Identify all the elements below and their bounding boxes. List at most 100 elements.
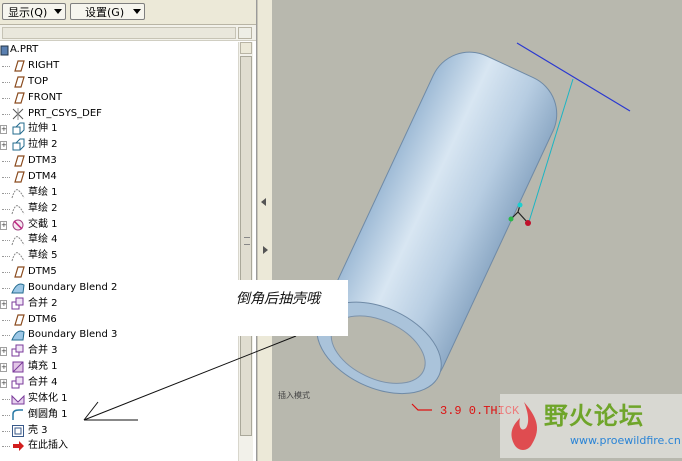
tree-root-item[interactable]: A.PRT	[0, 42, 236, 58]
tree-item[interactable]: 实体化 1	[0, 391, 236, 407]
tree-item[interactable]: 草绘 1	[0, 185, 236, 201]
datum-plane-icon	[11, 265, 25, 279]
shell-icon	[11, 424, 25, 438]
tree-item[interactable]: 草绘 5	[0, 248, 236, 264]
vertical-scroll-thumb[interactable]	[240, 56, 252, 436]
insert-mode-label: 插入模式	[278, 391, 310, 400]
tree-item-label: 拉伸 1	[28, 123, 58, 135]
tree-connector	[2, 208, 10, 210]
tree-item-label: TOP	[28, 75, 49, 87]
tree-item[interactable]: 草绘 2	[0, 201, 236, 217]
collapse-left-icon[interactable]	[261, 198, 266, 206]
tree-connector	[2, 192, 10, 194]
tree-connector	[2, 81, 10, 83]
model-tree-toolbar: 显示(Q) 设置(G)	[0, 0, 256, 25]
model-tree-panel: 显示(Q) 设置(G) A.PRT RIGHT TOP FRONT PRT_CSYS_…	[0, 0, 257, 461]
tree-item-label: 倒圆角 1	[28, 408, 68, 420]
tree-item-label: PRT_CSYS_DEF	[28, 107, 102, 119]
tree-item[interactable]: 倒圆角 1	[0, 407, 236, 423]
expand-right-icon[interactable]	[263, 246, 268, 254]
expand-toggle-icon[interactable]: +	[0, 347, 7, 357]
scroll-end-box[interactable]	[238, 27, 252, 39]
round-icon	[11, 408, 25, 422]
flame-logo-icon	[511, 402, 538, 450]
tree-item-label: Boundary Blend 3	[28, 329, 118, 341]
tree-item[interactable]: + 拉伸 1	[0, 121, 236, 137]
tree-connector	[2, 398, 10, 400]
tree-item[interactable]: 壳 3	[0, 423, 236, 439]
tree-item-label: Boundary Blend 2	[28, 281, 118, 293]
horizontal-scroll-thumb[interactable]	[2, 27, 236, 39]
tree-item[interactable]: 草绘 4	[0, 232, 236, 248]
tree-item-label: 合并 4	[28, 377, 58, 388]
tree-item[interactable]: DTM3	[0, 153, 236, 169]
tree-item-label: DTM4	[28, 170, 57, 182]
tree-item-label: 草绘 5	[28, 250, 58, 262]
extrude-icon	[11, 122, 25, 136]
scroll-up-button[interactable]	[240, 42, 252, 54]
expand-toggle-icon[interactable]: +	[0, 379, 7, 388]
datum-plane-icon	[11, 91, 25, 105]
settings-menu-button[interactable]: 设置(G)	[70, 3, 145, 20]
graphics-viewport[interactable]	[272, 0, 682, 461]
datum-plane-icon	[11, 154, 25, 168]
tree-item-label: 交截 1	[28, 218, 58, 230]
panel-splitter[interactable]	[257, 0, 273, 461]
tree-item[interactable]: Boundary Blend 3	[0, 327, 236, 343]
tree-item-label: 壳 3	[28, 424, 48, 436]
annotation-callout: 倒角后抽壳哦	[226, 280, 348, 336]
horizontal-scrollbar[interactable]	[0, 25, 256, 41]
tree-item-label: 合并 3	[28, 345, 58, 357]
show-menu-label: 显示(Q)	[8, 6, 48, 19]
tree-item[interactable]: TOP	[0, 74, 236, 90]
tree-item-label: 草绘 1	[28, 186, 58, 198]
chevron-down-icon	[54, 9, 62, 14]
tree-connector	[2, 272, 10, 274]
tree-item-label: DTM3	[28, 155, 57, 167]
tree-connector	[2, 446, 10, 448]
datum-plane-icon	[11, 59, 25, 73]
tree-item[interactable]: 在此插入	[0, 438, 236, 454]
expand-toggle-icon[interactable]: +	[0, 125, 7, 135]
tree-item[interactable]: PRT_CSYS_DEF	[0, 106, 236, 122]
expand-toggle-icon[interactable]: +	[0, 299, 7, 309]
tree-connector	[2, 240, 10, 242]
show-menu-button[interactable]: 显示(Q)	[2, 3, 66, 20]
boundary-blend-icon	[11, 328, 25, 342]
datum-plane-icon	[11, 170, 25, 184]
sketch-icon	[11, 233, 25, 247]
tree-root-label: A.PRT	[10, 44, 39, 55]
expand-toggle-icon[interactable]: +	[0, 220, 7, 230]
insert-here-icon	[11, 439, 25, 453]
tree-item[interactable]: Boundary Blend 2	[0, 280, 236, 296]
annotation-text: 倒角后抽壳哦	[236, 291, 320, 307]
tree-item[interactable]: RIGHT	[0, 58, 236, 74]
tree-connector	[2, 161, 10, 163]
tree-item[interactable]: + 拉伸 2	[0, 137, 236, 153]
tree-item[interactable]: DTM6	[0, 312, 236, 328]
tree-item[interactable]: + 合并 2	[0, 296, 236, 312]
tree-item[interactable]: + 填充 1	[0, 359, 236, 375]
tree-item-label: 合并 2	[28, 297, 58, 309]
expand-toggle-icon[interactable]: +	[0, 141, 7, 151]
merge-icon	[11, 297, 25, 311]
tree-connector	[2, 335, 10, 337]
tree-connector	[2, 113, 10, 115]
tree-item-label: DTM5	[28, 266, 57, 278]
expand-toggle-icon[interactable]: +	[0, 363, 7, 373]
tree-item-label: 填充 1	[28, 361, 58, 373]
tree-item[interactable]: + 交截 1	[0, 217, 236, 233]
datum-plane-icon	[11, 313, 25, 327]
settings-menu-label: 设置(G)	[85, 6, 125, 19]
tree-item[interactable]: + 合并 3	[0, 343, 236, 359]
tree-connector	[2, 287, 10, 289]
sketch-icon	[11, 202, 25, 216]
tree-item[interactable]: DTM5	[0, 264, 236, 280]
tree-connector	[2, 414, 10, 416]
csys-icon	[11, 107, 25, 121]
tree-item[interactable]: + 合并 4	[0, 375, 236, 391]
tree-item[interactable]: DTM4	[0, 169, 236, 185]
vertical-scrollbar[interactable]	[238, 42, 253, 461]
tree-item[interactable]: FRONT	[0, 90, 236, 106]
tree-connector	[2, 97, 10, 99]
